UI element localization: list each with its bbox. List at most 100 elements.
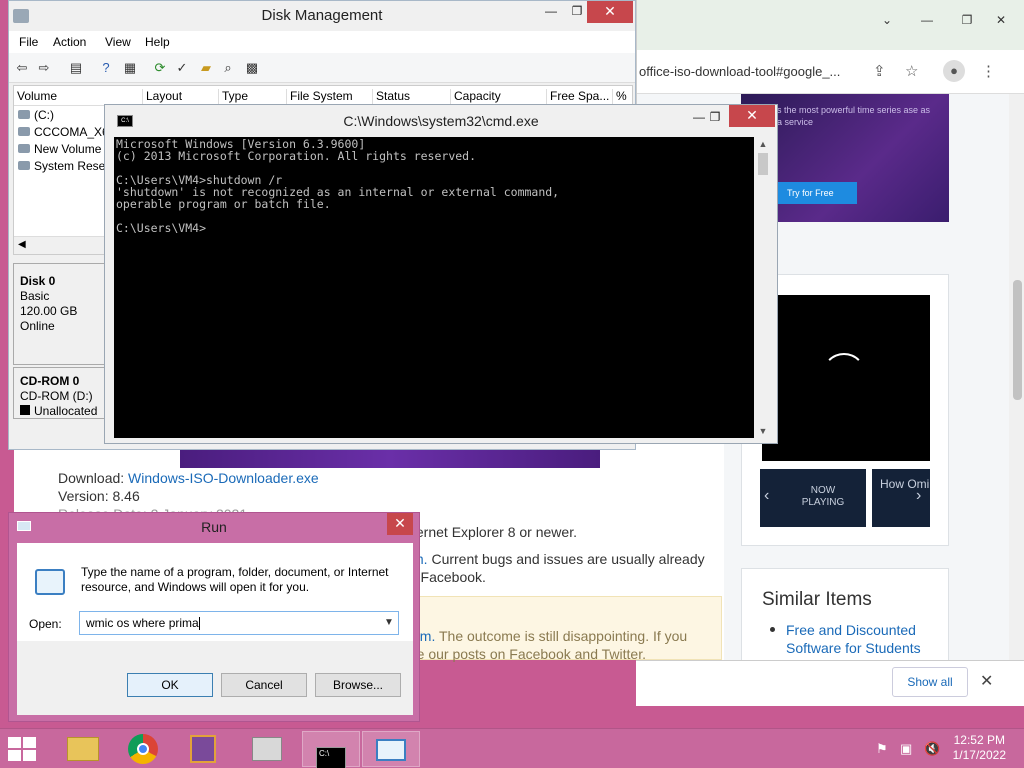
similar-items-card: Similar Items Free and Discounted Softwa…: [741, 568, 949, 660]
outcome-line: em. The outcome is still disappointing. …: [412, 628, 687, 644]
scrollbar-thumb[interactable]: [758, 153, 768, 175]
download-link[interactable]: Windows-ISO-Downloader.exe: [128, 470, 319, 486]
volume-row[interactable]: New Volume (: [18, 142, 109, 156]
open-input-value[interactable]: wmic os where prima: [86, 616, 199, 630]
check-icon[interactable]: ✓: [173, 59, 191, 77]
cdrom-0-pane[interactable]: CD-ROM 0 CD-ROM (D:) Unallocated: [13, 367, 113, 419]
now-playing-thumb[interactable]: ‹ NOW PLAYING: [760, 469, 866, 527]
toolbar: ⇦ ⇨ ▤ ? ▦ ⟳ ✓ ▰ ⌕ ▩: [9, 53, 635, 83]
console-line: operable program or batch file.: [116, 197, 331, 211]
cmd-title: C:\Windows\system32\cmd.exe: [343, 113, 539, 129]
run-taskbar-icon[interactable]: [362, 731, 420, 767]
cmd-vertical-scrollbar[interactable]: ▲ ▼: [755, 137, 771, 438]
disk-management-titlebar[interactable]: Disk Management — ❐ ✕: [9, 1, 635, 31]
disk-0-pane[interactable]: Disk 0 Basic 120.00 GB Online: [13, 263, 113, 365]
address-bar[interactable]: office-iso-download-tool#google_... ⇪ ☆ …: [637, 50, 1024, 94]
action-center-flag-icon[interactable]: ⚑: [876, 741, 888, 757]
volume-name: (C:): [34, 108, 54, 122]
disk-0-size: 120.00 GB: [20, 304, 78, 318]
back-arrow-icon[interactable]: ⇦: [13, 59, 31, 77]
minimize-icon[interactable]: —: [913, 10, 941, 32]
volume-row[interactable]: CCCOMA_X64: [18, 125, 115, 139]
windows-logo-icon: [23, 737, 36, 748]
cdrom-0-type: CD-ROM (D:): [20, 389, 93, 403]
close-icon[interactable]: ✕: [587, 1, 633, 23]
clock-time: 12:52 PM: [953, 733, 1005, 747]
more-menu-icon[interactable]: ⋮: [981, 62, 996, 80]
try-for-free-button[interactable]: Try for Free: [777, 182, 857, 204]
console-line: (c) 2013 Microsoft Corporation. All righ…: [116, 149, 477, 163]
menu-file[interactable]: File: [19, 35, 38, 49]
col-volume[interactable]: Volume: [14, 89, 57, 107]
ok-button[interactable]: OK: [127, 673, 213, 697]
search-icon[interactable]: ⌕: [219, 59, 237, 77]
run-titlebar[interactable]: Run ✕: [9, 513, 419, 543]
browse-button[interactable]: Browse...: [315, 673, 401, 697]
bookmark-star-icon[interactable]: ☆: [905, 62, 918, 80]
video-player[interactable]: [762, 295, 930, 461]
chevron-down-icon[interactable]: ⌄: [873, 10, 901, 32]
next-video-thumb[interactable]: How Omi ›: [872, 469, 930, 527]
scroll-up-icon[interactable]: ▲: [755, 139, 771, 149]
help-icon[interactable]: ?: [97, 59, 115, 77]
forward-arrow-icon[interactable]: ⇨: [35, 59, 53, 77]
menu-view[interactable]: View: [105, 35, 131, 49]
start-button[interactable]: [8, 737, 38, 761]
menu-action[interactable]: Action: [53, 35, 86, 49]
outcome-text: The outcome is still disappointing. If y…: [435, 628, 688, 644]
close-icon[interactable]: ✕: [987, 10, 1015, 32]
cancel-button[interactable]: Cancel: [221, 673, 307, 697]
open-folder-icon[interactable]: ▰: [197, 59, 215, 77]
scrollbar-thumb[interactable]: [1013, 280, 1022, 400]
properties-icon[interactable]: ▦: [121, 59, 139, 77]
refresh-icon[interactable]: ⟳: [151, 59, 169, 77]
archive-app-icon[interactable]: [174, 731, 232, 767]
close-icon[interactable]: ✕: [387, 513, 413, 535]
scroll-left-icon[interactable]: ◀: [18, 239, 26, 250]
clock-date: 1/17/2022: [952, 748, 1006, 762]
unallocated-legend-icon: [20, 405, 30, 415]
run-description: Type the name of a program, folder, docu…: [81, 565, 389, 594]
chevron-right-icon[interactable]: ›: [916, 487, 921, 505]
settings-icon[interactable]: ▩: [243, 59, 261, 77]
maximize-icon[interactable]: ❐: [701, 107, 729, 129]
file-explorer-icon[interactable]: [54, 731, 112, 767]
show-all-button[interactable]: Show all: [892, 667, 968, 697]
share-icon[interactable]: ⇪: [873, 62, 886, 80]
cmd-titlebar[interactable]: C:\ C:\Windows\system32\cmd.exe — ❐ ✕: [105, 105, 777, 135]
chrome-vertical-scrollbar[interactable]: [1009, 94, 1024, 660]
cdrom-0-name: CD-ROM 0: [20, 374, 80, 388]
volume-row[interactable]: System Reserv: [18, 159, 115, 173]
disk-0-name: Disk 0: [20, 274, 56, 288]
cmd-taskbar-icon[interactable]: C:\: [302, 731, 360, 768]
chrome-icon[interactable]: [114, 731, 172, 767]
open-combobox[interactable]: wmic os where prima ▼: [79, 611, 399, 635]
volume-row[interactable]: (C:): [18, 108, 54, 122]
profile-avatar-icon[interactable]: ●: [943, 60, 965, 82]
system-clock[interactable]: 12:52 PM 1/17/2022: [953, 733, 1006, 763]
volume-muted-icon[interactable]: 🔇: [924, 741, 940, 757]
scroll-down-icon[interactable]: ▼: [755, 426, 771, 436]
close-icon[interactable]: ✕: [729, 105, 775, 127]
chrome-download-bar: Show all ✕: [636, 660, 1024, 706]
network-icon[interactable]: ▣: [900, 741, 912, 757]
volume-list-header: Volume Layout Type File System Status Ca…: [14, 86, 632, 117]
run-program-icon: [35, 569, 65, 595]
download-line: Download: Windows-ISO-Downloader.exe: [58, 470, 319, 486]
similar-item-link[interactable]: Free and Discounted Software for Student…: [786, 621, 936, 657]
requirements-text: ternet Explorer 8 or newer.: [412, 524, 577, 540]
close-icon[interactable]: ✕: [980, 671, 993, 691]
minimize-icon[interactable]: —: [537, 1, 565, 23]
console-output[interactable]: Microsoft Windows [Version 6.3.9600] (c) …: [114, 137, 754, 438]
menu-help[interactable]: Help: [145, 35, 170, 49]
console-tree-icon[interactable]: ▤: [67, 59, 85, 77]
version-label: Version:: [58, 488, 109, 504]
url-text[interactable]: office-iso-download-tool#google_...: [639, 64, 840, 79]
cdrom-0-status-row: Unallocated: [14, 404, 112, 419]
chevron-left-icon[interactable]: ‹: [764, 487, 769, 505]
disk-cleanup-icon[interactable]: [238, 731, 296, 767]
now-playing-label: NOW PLAYING: [801, 485, 845, 508]
chevron-down-icon[interactable]: ▼: [380, 612, 398, 634]
ad-text: s the most powerful time series ase as a…: [777, 105, 931, 127]
maximize-icon[interactable]: ❐: [953, 10, 981, 32]
